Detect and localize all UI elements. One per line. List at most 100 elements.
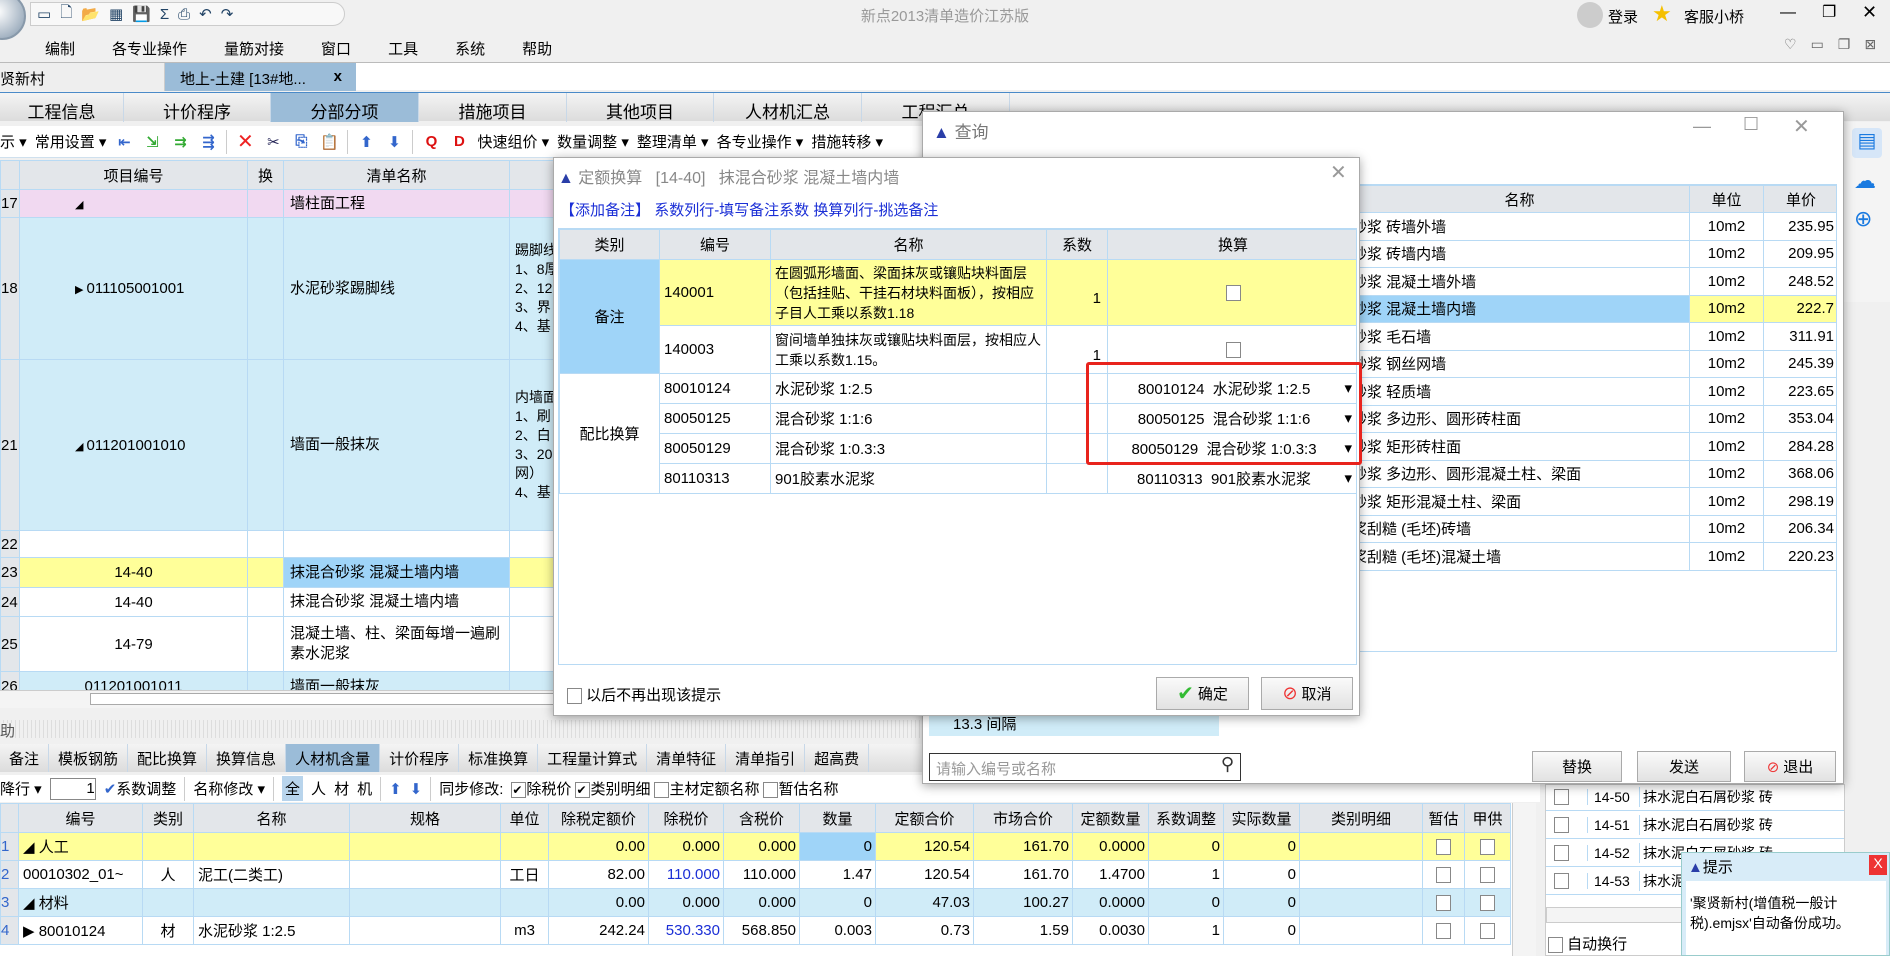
provisional-checkbox[interactable]: [1422, 860, 1465, 889]
list-item[interactable]: 14-51 抹水泥白石屑砂浆 砖: [1546, 811, 1844, 839]
column-header[interactable]: 单价: [1763, 185, 1836, 213]
filter-all[interactable]: 全: [282, 776, 304, 801]
table-row[interactable]: 砂浆 多边形、圆形砖柱面 10m2 353.04: [1349, 404, 1836, 433]
replace-button[interactable]: 替换: [1532, 751, 1622, 782]
dropdown-arrow-icon[interactable]: ▾: [1344, 469, 1352, 487]
doc-tab-active[interactable]: 地上-土建 [13#地... x: [165, 63, 356, 91]
filter-material[interactable]: 材: [334, 778, 349, 799]
toolbar-specialty-ops[interactable]: 各专业操作 ▾: [717, 131, 804, 152]
owner-supply-checkbox[interactable]: [1464, 832, 1511, 861]
menu-item[interactable]: 工具: [388, 38, 418, 59]
note-coef[interactable]: 1: [1046, 325, 1108, 374]
checkbox[interactable]: [1554, 844, 1569, 861]
table-row[interactable]: 砂浆 钢丝网墙 10m2 245.39: [1349, 349, 1836, 378]
column-header[interactable]: 实际数量: [1223, 803, 1300, 833]
customer-service-link[interactable]: 客服小桥: [1684, 6, 1744, 27]
checkbox[interactable]: [1554, 788, 1569, 805]
provisional-checkbox[interactable]: [1422, 888, 1465, 917]
delete-icon[interactable]: ✕: [235, 129, 255, 154]
menu-item[interactable]: 窗口: [321, 38, 351, 59]
quantity[interactable]: 0: [799, 888, 876, 917]
dropdown-arrow-icon[interactable]: ▾: [1344, 409, 1352, 427]
close-button[interactable]: X: [1869, 855, 1887, 875]
checkbox[interactable]: ✔: [511, 782, 527, 799]
search-input[interactable]: 请输入编号或名称 ⚲: [929, 753, 1241, 781]
move-up-icon[interactable]: ⬆: [356, 133, 376, 151]
main-tab[interactable]: 人材机汇总: [714, 93, 862, 122]
bottom-tab[interactable]: 模板钢筋: [49, 744, 129, 772]
filter-machine[interactable]: 机: [357, 778, 372, 799]
main-tab[interactable]: 分部分项: [271, 93, 419, 122]
bottom-tab[interactable]: 配比换算: [128, 744, 208, 772]
move-down-icon[interactable]: ⬇: [410, 780, 423, 798]
quantity[interactable]: 1.47: [799, 860, 876, 889]
mix-row[interactable]: 配比换算 80010124 水泥砂浆 1:2.5 80010124 水泥砂浆 1:2.…: [559, 373, 1356, 494]
owner-supply-checkbox[interactable]: [1464, 916, 1511, 945]
main-tab[interactable]: 工程信息: [0, 93, 124, 122]
doc-tab-project[interactable]: 贤新村: [0, 63, 165, 91]
column-header[interactable]: 清单名称: [283, 160, 510, 190]
mdi-close-icon[interactable]: ⊠: [1864, 36, 1876, 53]
note-row[interactable]: 140003 窗间墙单独抹灰或镶贴块料面层，按相应人工乘以系数1.15。 1: [560, 325, 1356, 374]
minimize-button[interactable]: —: [1693, 116, 1711, 137]
dropdown-arrow-icon[interactable]: ▾: [1344, 439, 1352, 457]
column-header[interactable]: 单位: [1689, 185, 1764, 213]
bottom-tab[interactable]: 清单指引: [726, 744, 806, 772]
bottom-tab[interactable]: 备注: [0, 744, 50, 772]
q-query-icon[interactable]: Q: [421, 133, 441, 150]
quantity[interactable]: 0.003: [799, 916, 876, 945]
move-down-icon[interactable]: ⬇: [384, 133, 404, 151]
target-icon[interactable]: ⊕: [1854, 206, 1872, 232]
toolbar-display[interactable]: 示 ▾: [0, 131, 27, 152]
toolbar-organize-list[interactable]: 整理清单 ▾: [637, 131, 709, 152]
expand-toggle-icon[interactable]: ◢: [75, 199, 83, 211]
menu-item[interactable]: 量筋对接: [224, 38, 284, 59]
table-row[interactable]: 砂浆 轻质墙 10m2 223.65: [1349, 377, 1836, 406]
coef-adjust-button[interactable]: ✔系数调整: [104, 778, 177, 799]
dont-show-checkbox[interactable]: 以后不再出现该提示: [567, 684, 721, 705]
column-header[interactable]: 甲供: [1464, 803, 1511, 833]
note-conversion-checkbox[interactable]: [1107, 325, 1356, 374]
splitter[interactable]: 助: [0, 720, 930, 740]
sync-option-checkbox[interactable]: 主材定额名称: [654, 778, 759, 799]
main-tab[interactable]: 措施项目: [419, 93, 567, 122]
ok-button[interactable]: ✔ 确定: [1156, 677, 1249, 710]
column-header[interactable]: 项目编号: [19, 160, 248, 190]
table-row[interactable]: 砂浆 砖墙内墙 10m2 209.95: [1349, 239, 1836, 268]
owner-supply-checkbox[interactable]: [1464, 860, 1511, 889]
quantity[interactable]: 0: [799, 832, 876, 861]
table-row[interactable]: 砂浆 多边形、圆形混凝土柱、梁面 10m2 368.06: [1349, 459, 1836, 488]
cancel-button[interactable]: ⊘ 取消: [1261, 677, 1353, 710]
column-header[interactable]: 暂估: [1422, 803, 1465, 833]
column-header[interactable]: 市场合价: [973, 803, 1073, 833]
column-header[interactable]: 换: [247, 160, 284, 190]
copy-icon[interactable]: ⎘: [291, 133, 311, 150]
column-header[interactable]: 系数调整: [1148, 803, 1224, 833]
sync-option-checkbox[interactable]: ✔ 类别明细: [575, 778, 650, 799]
mix-select-dropdown[interactable]: 80010124 水泥砂浆 1:2.5 ▾: [1107, 373, 1356, 404]
table-row[interactable]: 砂浆 混凝土墙内墙 10m2 222.7: [1349, 294, 1836, 323]
column-header[interactable]: 系数: [1046, 229, 1108, 260]
bottom-tab[interactable]: 超高费: [805, 744, 870, 772]
table-row[interactable]: 砂浆 混凝土墙外墙 10m2 248.52: [1349, 267, 1836, 296]
list-item[interactable]: 14-50 抹水泥白石屑砂浆 砖: [1546, 783, 1844, 811]
column-header[interactable]: 编号: [659, 229, 771, 260]
row-mode-dropdown[interactable]: 降行 ▾: [0, 778, 42, 799]
table-row[interactable]: 砂浆 矩形混凝土柱、梁面 10m2 298.19: [1349, 487, 1836, 516]
bottom-tab[interactable]: 清单特征: [647, 744, 727, 772]
maximize-button[interactable]: ☐: [1743, 114, 1759, 135]
user-avatar-icon[interactable]: [1577, 2, 1603, 28]
sync-option-checkbox[interactable]: 暂估名称: [763, 778, 838, 799]
owner-supply-checkbox[interactable]: [1464, 888, 1511, 917]
column-header[interactable]: 定额数量: [1072, 803, 1149, 833]
expand-toggle-icon[interactable]: ▶: [75, 284, 87, 296]
cut-icon[interactable]: ✂: [263, 133, 283, 151]
restore-button[interactable]: ❐: [1822, 2, 1836, 22]
bottom-tab[interactable]: 标准换算: [459, 744, 539, 772]
column-header[interactable]: 类别明细: [1299, 803, 1423, 833]
column-header[interactable]: [0, 160, 20, 190]
mix-select-dropdown[interactable]: 80110313 901胶素水泥浆 ▾: [1107, 463, 1356, 494]
filter-labor[interactable]: 人: [311, 778, 326, 799]
provisional-checkbox[interactable]: [1422, 832, 1465, 861]
login-link[interactable]: 登录: [1608, 6, 1638, 27]
